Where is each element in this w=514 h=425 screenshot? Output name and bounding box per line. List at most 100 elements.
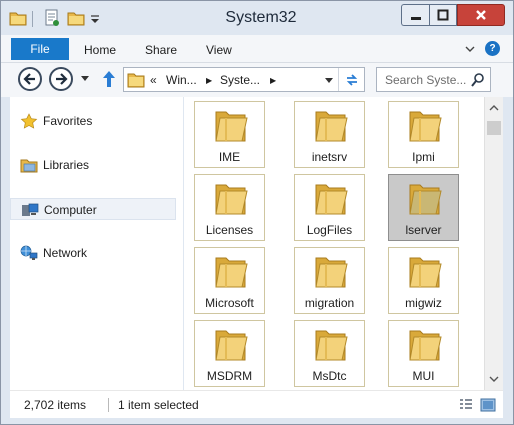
status-bar: 2,702 items 1 item selected bbox=[10, 390, 503, 418]
navigation-pane: Favorites Libraries Computer Network bbox=[10, 97, 183, 390]
properties-icon[interactable] bbox=[44, 9, 60, 27]
breadcrumb-windows[interactable]: Win... bbox=[166, 73, 197, 87]
folder-label: migwiz bbox=[405, 296, 442, 310]
folder-icon bbox=[409, 111, 442, 142]
chevron-up-icon bbox=[489, 105, 499, 111]
scroll-down-button[interactable] bbox=[485, 368, 503, 390]
folder-label: Microsoft bbox=[205, 296, 254, 310]
minimize-icon bbox=[410, 17, 421, 20]
refresh-icon bbox=[346, 73, 357, 86]
explorer-window: System32 File Home Share View ? « Win...… bbox=[0, 0, 514, 425]
nav-item-network[interactable]: Network bbox=[10, 242, 176, 264]
maximize-icon bbox=[437, 9, 449, 21]
tab-file[interactable]: File bbox=[11, 38, 69, 60]
folder-icon[interactable] bbox=[9, 9, 27, 27]
nav-item-libraries[interactable]: Libraries bbox=[10, 154, 176, 176]
folder-label: MUI bbox=[412, 369, 435, 383]
forward-button[interactable] bbox=[49, 67, 73, 91]
folder-item[interactable]: lserver bbox=[388, 174, 459, 241]
folder-icon bbox=[215, 111, 248, 142]
scroll-thumb[interactable] bbox=[487, 121, 501, 135]
tab-share[interactable]: Share bbox=[145, 43, 177, 57]
selection-count: 1 item selected bbox=[118, 398, 199, 412]
window-title: System32 bbox=[225, 9, 297, 26]
address-history-icon[interactable] bbox=[324, 77, 334, 84]
help-icon[interactable]: ? bbox=[485, 41, 500, 56]
folder-label: migration bbox=[304, 296, 355, 310]
close-icon bbox=[476, 10, 486, 20]
folder-item[interactable]: Licenses bbox=[194, 174, 265, 241]
back-button[interactable] bbox=[18, 67, 42, 91]
folder-label: lserver bbox=[405, 223, 442, 237]
folder-item[interactable]: migwiz bbox=[388, 247, 459, 314]
folder-label: IME bbox=[218, 150, 241, 164]
arrow-right-icon bbox=[56, 73, 68, 85]
file-list: IME inetsrv Ipmi Licenses LogFiles lserver Mic… bbox=[184, 97, 484, 390]
chevron-down-icon bbox=[489, 376, 499, 382]
breadcrumb-system32[interactable]: Syste... bbox=[220, 73, 260, 87]
nav-item-label: Libraries bbox=[43, 158, 90, 172]
title-bar: System32 bbox=[1, 1, 513, 35]
customize-toolbar-icon[interactable] bbox=[89, 9, 101, 27]
folder-icon bbox=[215, 330, 248, 361]
folder-label: inetsrv bbox=[311, 150, 348, 164]
folder-icon bbox=[315, 184, 348, 215]
folder-item[interactable]: inetsrv bbox=[294, 101, 365, 168]
folder-item[interactable]: migration bbox=[294, 247, 365, 314]
breadcrumb-overflow[interactable]: « bbox=[150, 73, 157, 87]
new-folder-icon[interactable] bbox=[67, 9, 85, 27]
folder-item[interactable]: MsDtc bbox=[294, 320, 365, 387]
star-icon bbox=[20, 113, 38, 129]
scroll-up-button[interactable] bbox=[485, 97, 503, 119]
folder-icon bbox=[315, 111, 348, 142]
folder-item[interactable]: Ipmi bbox=[388, 101, 459, 168]
folder-icon bbox=[127, 73, 145, 88]
large-icons-view-icon[interactable] bbox=[480, 397, 496, 413]
folder-label: Ipmi bbox=[412, 150, 435, 164]
vertical-scrollbar[interactable] bbox=[484, 97, 503, 390]
nav-item-favorites[interactable]: Favorites bbox=[10, 110, 176, 132]
item-count: 2,702 items bbox=[24, 398, 87, 412]
breadcrumb-separator[interactable]: ▶ bbox=[270, 76, 276, 85]
tab-home[interactable]: Home bbox=[84, 43, 116, 57]
maximize-button[interactable] bbox=[429, 4, 457, 26]
computer-icon bbox=[22, 203, 39, 216]
tab-view[interactable]: View bbox=[206, 43, 232, 57]
status-divider bbox=[108, 398, 109, 412]
nav-item-label: Computer bbox=[44, 203, 97, 217]
folder-icon bbox=[409, 330, 442, 361]
nav-item-label: Network bbox=[43, 246, 88, 260]
refresh-button[interactable] bbox=[338, 68, 364, 91]
libraries-icon bbox=[20, 159, 38, 173]
folder-item[interactable]: MUI bbox=[388, 320, 459, 387]
search-icon[interactable] bbox=[470, 72, 486, 88]
details-view-icon[interactable] bbox=[458, 397, 474, 413]
recent-locations-icon[interactable] bbox=[80, 75, 90, 83]
folder-item[interactable]: Microsoft bbox=[194, 247, 265, 314]
folder-icon bbox=[315, 257, 348, 288]
nav-item-computer[interactable]: Computer bbox=[10, 198, 176, 220]
folder-item[interactable]: MSDRM bbox=[194, 320, 265, 387]
folder-item[interactable]: LogFiles bbox=[294, 174, 365, 241]
close-button[interactable] bbox=[457, 4, 505, 26]
ribbon: File Home Share View ? bbox=[1, 35, 513, 63]
arrow-left-icon bbox=[23, 73, 35, 85]
folder-icon bbox=[409, 184, 442, 215]
folder-label: LogFiles bbox=[306, 223, 353, 237]
folder-icon bbox=[215, 257, 248, 288]
breadcrumb-separator[interactable]: ▶ bbox=[206, 76, 212, 85]
nav-item-label: Favorites bbox=[43, 114, 93, 128]
minimize-button[interactable] bbox=[401, 4, 429, 26]
folder-label: Licenses bbox=[205, 223, 254, 237]
search-box[interactable]: Search Syste... bbox=[376, 67, 491, 92]
up-arrow-icon[interactable] bbox=[101, 70, 117, 88]
network-icon bbox=[20, 245, 38, 260]
search-placeholder: Search Syste... bbox=[385, 73, 467, 87]
folder-label: MsDtc bbox=[312, 369, 347, 383]
toolbar-separator bbox=[32, 11, 33, 27]
folder-icon bbox=[315, 330, 348, 361]
folder-icon bbox=[215, 184, 248, 215]
address-bar[interactable]: « Win... ▶ Syste... ▶ bbox=[123, 67, 365, 92]
expand-ribbon-icon[interactable] bbox=[464, 43, 476, 55]
folder-item[interactable]: IME bbox=[194, 101, 265, 168]
